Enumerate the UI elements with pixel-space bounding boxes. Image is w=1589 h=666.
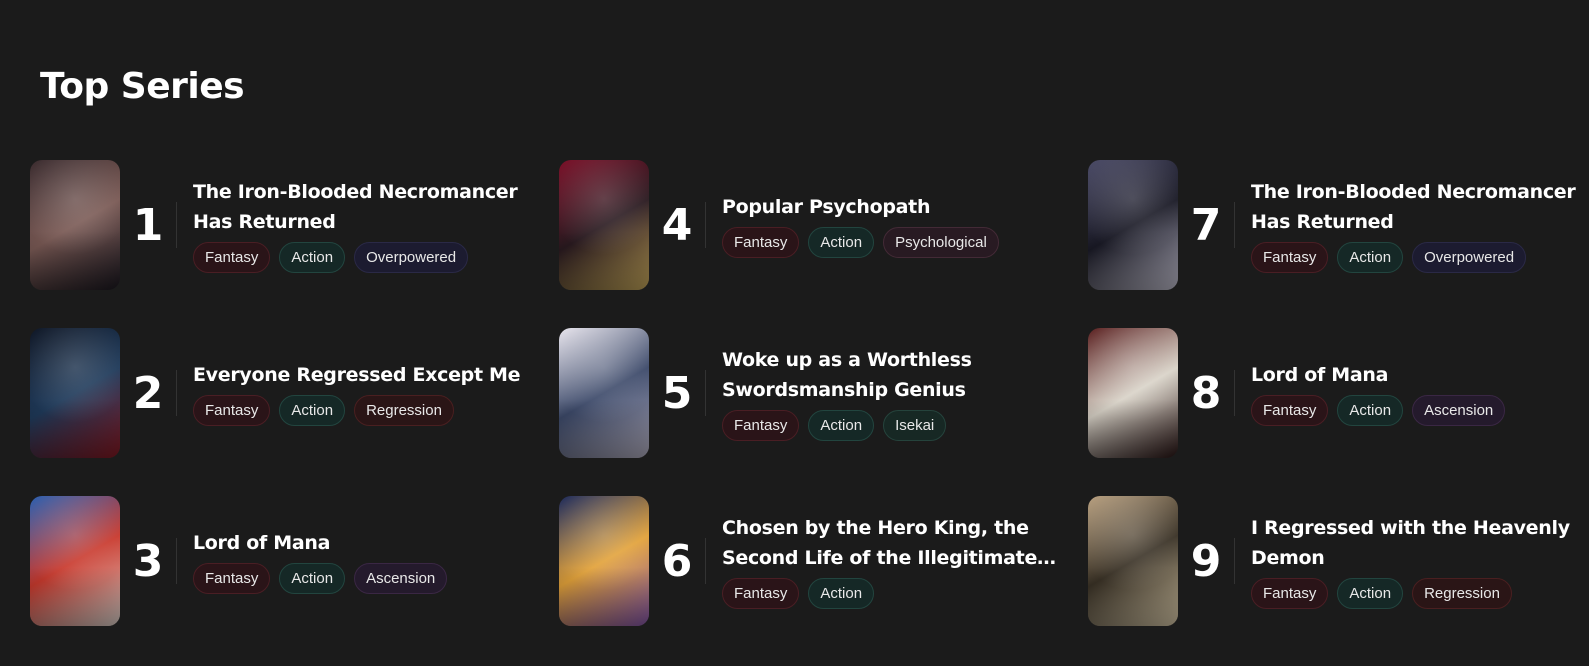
rank-divider [1234, 538, 1235, 584]
genre-tag-overpowered[interactable]: Overpowered [354, 242, 469, 273]
genre-tag-action[interactable]: Action [279, 563, 346, 594]
series-info: Everyone Regressed Except Me Fantasy Acti… [193, 360, 520, 426]
series-info: Chosen by the Hero King, the Second Life… [722, 513, 1062, 609]
series-card-4[interactable]: 4 Popular Psychopath Fantasy Action Psycho… [559, 160, 1088, 290]
genre-tag-isekai[interactable]: Isekai [883, 410, 947, 441]
series-tags: Fantasy Action Regression [1251, 578, 1588, 609]
rank-divider [176, 538, 177, 584]
section-title: Top Series [40, 66, 245, 107]
genre-tag-action[interactable]: Action [808, 227, 875, 258]
series-cover-image[interactable] [30, 328, 120, 458]
genre-tag-action[interactable]: Action [279, 242, 346, 273]
series-card-3[interactable]: 3 Lord of Mana Fantasy Action Ascension [30, 496, 559, 626]
series-cover-image[interactable] [559, 328, 649, 458]
genre-tag-action[interactable]: Action [808, 578, 875, 609]
series-cover-image[interactable] [559, 160, 649, 290]
series-title[interactable]: Popular Psychopath [722, 192, 999, 222]
series-cover-image[interactable] [1088, 160, 1178, 290]
genre-tag-action[interactable]: Action [1337, 578, 1404, 609]
genre-tag-action[interactable]: Action [1337, 242, 1404, 273]
series-card-8[interactable]: 8 Lord of Mana Fantasy Action Ascension [1088, 328, 1588, 458]
series-tags: Fantasy Action Isekai [722, 410, 1062, 441]
series-tags: Fantasy Action Overpowered [193, 242, 533, 273]
series-tags: Fantasy Action [722, 578, 1062, 609]
genre-tag-fantasy[interactable]: Fantasy [1251, 395, 1329, 426]
genre-tag-overpowered[interactable]: Overpowered [1412, 242, 1527, 273]
genre-tag-fantasy[interactable]: Fantasy [1251, 578, 1329, 609]
rank-divider [705, 202, 706, 248]
series-card-2[interactable]: 2 Everyone Regressed Except Me Fantasy Ac… [30, 328, 559, 458]
series-title[interactable]: Lord of Mana [1251, 360, 1505, 390]
top-series-section: Top Series 1 The Iron-Blooded Necromance… [0, 0, 1589, 666]
series-rank: 8 [1190, 367, 1222, 419]
series-info: Lord of Mana Fantasy Action Ascension [193, 528, 448, 594]
series-title[interactable]: The Iron-Blooded Necromancer Has Returne… [1251, 177, 1588, 237]
series-cover-image[interactable] [1088, 328, 1178, 458]
series-rank: 4 [661, 199, 693, 251]
series-cover-image[interactable] [1088, 496, 1178, 626]
series-rank: 7 [1190, 199, 1222, 251]
genre-tag-fantasy[interactable]: Fantasy [193, 563, 271, 594]
series-card-1[interactable]: 1 The Iron-Blooded Necromancer Has Retur… [30, 160, 559, 290]
series-cover-image[interactable] [559, 496, 649, 626]
series-title[interactable]: Woke up as a Worthless Swordsmanship Gen… [722, 345, 1062, 405]
rank-divider [176, 370, 177, 416]
genre-tag-psychological[interactable]: Psychological [883, 227, 999, 258]
series-tags: Fantasy Action Overpowered [1251, 242, 1588, 273]
genre-tag-fantasy[interactable]: Fantasy [722, 227, 800, 258]
genre-tag-ascension[interactable]: Ascension [1412, 395, 1506, 426]
series-info: Woke up as a Worthless Swordsmanship Gen… [722, 345, 1062, 441]
genre-tag-fantasy[interactable]: Fantasy [193, 395, 271, 426]
series-card-9[interactable]: 9 I Regressed with the Heavenly Demon Fa… [1088, 496, 1588, 626]
series-tags: Fantasy Action Regression [193, 395, 520, 426]
series-card-7[interactable]: 7 The Iron-Blooded Necromancer Has Retur… [1088, 160, 1588, 290]
series-title[interactable]: I Regressed with the Heavenly Demon [1251, 513, 1588, 573]
rank-divider [1234, 370, 1235, 416]
rank-divider [1234, 202, 1235, 248]
genre-tag-ascension[interactable]: Ascension [354, 563, 448, 594]
genre-tag-action[interactable]: Action [279, 395, 346, 426]
rank-divider [705, 370, 706, 416]
genre-tag-action[interactable]: Action [1337, 395, 1404, 426]
rank-divider [176, 202, 177, 248]
genre-tag-regression[interactable]: Regression [354, 395, 454, 426]
genre-tag-action[interactable]: Action [808, 410, 875, 441]
series-title[interactable]: Everyone Regressed Except Me [193, 360, 520, 390]
series-rank: 3 [132, 535, 164, 587]
genre-tag-fantasy[interactable]: Fantasy [193, 242, 271, 273]
series-tags: Fantasy Action Psychological [722, 227, 999, 258]
genre-tag-fantasy[interactable]: Fantasy [1251, 242, 1329, 273]
series-rank: 6 [661, 535, 693, 587]
rank-divider [705, 538, 706, 584]
series-rank: 2 [132, 367, 164, 419]
series-card-5[interactable]: 5 Woke up as a Worthless Swordsmanship G… [559, 328, 1088, 458]
series-rank: 5 [661, 367, 693, 419]
series-title[interactable]: The Iron-Blooded Necromancer Has Returne… [193, 177, 533, 237]
series-info: Popular Psychopath Fantasy Action Psycholo… [722, 192, 999, 258]
series-cover-image[interactable] [30, 160, 120, 290]
series-info: I Regressed with the Heavenly Demon Fant… [1251, 513, 1588, 609]
series-cover-image[interactable] [30, 496, 120, 626]
series-info: The Iron-Blooded Necromancer Has Returne… [193, 177, 533, 273]
series-rank: 1 [132, 199, 164, 251]
series-info: Lord of Mana Fantasy Action Ascension [1251, 360, 1506, 426]
series-info: The Iron-Blooded Necromancer Has Returne… [1251, 177, 1588, 273]
series-rank: 9 [1190, 535, 1222, 587]
genre-tag-fantasy[interactable]: Fantasy [722, 410, 800, 441]
series-card-6[interactable]: 6 Chosen by the Hero King, the Second Li… [559, 496, 1088, 626]
series-title[interactable]: Chosen by the Hero King, the Second Life… [722, 513, 1062, 573]
series-tags: Fantasy Action Ascension [1251, 395, 1506, 426]
series-tags: Fantasy Action Ascension [193, 563, 448, 594]
series-grid: 1 The Iron-Blooded Necromancer Has Retur… [30, 160, 1588, 664]
genre-tag-regression[interactable]: Regression [1412, 578, 1512, 609]
genre-tag-fantasy[interactable]: Fantasy [722, 578, 800, 609]
series-title[interactable]: Lord of Mana [193, 528, 447, 558]
